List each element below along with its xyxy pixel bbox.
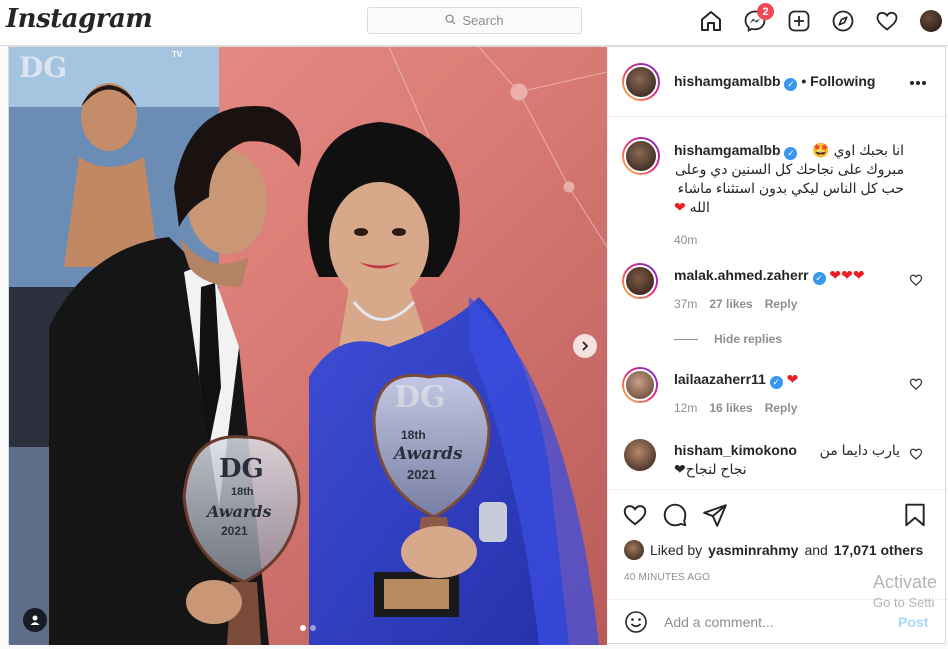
poster-dg-text: DG bbox=[19, 51, 67, 84]
award2-awards: Awards bbox=[392, 444, 463, 464]
tagged-people-button[interactable] bbox=[23, 608, 47, 632]
commenter-avatar[interactable] bbox=[622, 263, 658, 299]
award2-year: 2021 bbox=[407, 467, 436, 482]
post-photo[interactable]: DG TV 18th Awards 2021 DG 18th Awards 20… bbox=[9, 47, 607, 645]
award1-dg: DG bbox=[219, 454, 264, 484]
caption-username[interactable]: hishamgamalbb bbox=[674, 142, 781, 158]
verified-badge-icon: ✓ bbox=[784, 78, 798, 91]
carousel-dot bbox=[310, 625, 316, 631]
activate-line-1: Activate bbox=[873, 572, 938, 592]
award1-year: 2021 bbox=[221, 524, 248, 538]
liked-by-prefix: Liked by bbox=[650, 542, 703, 558]
comment-likes[interactable]: 16 likes bbox=[709, 401, 752, 415]
liked-by-avatar[interactable] bbox=[624, 540, 644, 560]
commenter-username[interactable]: hisham_kimokono bbox=[674, 441, 797, 460]
commenter-username[interactable]: lailaazaherr11 bbox=[674, 371, 766, 387]
comment-time[interactable]: 37m bbox=[674, 297, 697, 311]
verified-badge-icon: ✓ bbox=[812, 272, 826, 285]
caption-line-3: حب كل الناس ليكي بدون استثناء ماشاء bbox=[677, 180, 904, 196]
like-comment-heart-icon[interactable] bbox=[909, 447, 923, 461]
comment-likes[interactable]: 27 likes bbox=[709, 297, 752, 311]
post-timestamp[interactable]: 40 MINUTES AGO bbox=[624, 572, 710, 583]
caption-line-2: مبروك على نجاحك كل السنين دي وعلى bbox=[674, 161, 904, 177]
explore-compass-icon[interactable] bbox=[830, 8, 856, 34]
activity-heart-icon[interactable] bbox=[874, 8, 900, 34]
like-comment-heart-icon[interactable] bbox=[909, 273, 923, 287]
author-username[interactable]: hishamgamalbb bbox=[674, 73, 781, 89]
caption-author-avatar[interactable] bbox=[622, 137, 660, 175]
post-comment-button[interactable]: Post bbox=[898, 614, 928, 630]
like-comment-heart-icon[interactable] bbox=[909, 377, 923, 391]
following-status[interactable]: • Following bbox=[801, 73, 875, 89]
save-bookmark-icon[interactable] bbox=[902, 502, 928, 528]
comment-text: ❤ bbox=[786, 371, 799, 387]
like-heart-icon[interactable] bbox=[622, 502, 648, 528]
liked-by-user[interactable]: yasminrahmy bbox=[708, 542, 798, 558]
commenter-avatar[interactable] bbox=[624, 439, 656, 471]
comment-text-line-2: نجاح لنجاح❤ bbox=[674, 461, 747, 477]
reply-button[interactable]: Reply bbox=[765, 297, 798, 311]
search-box[interactable]: Search bbox=[367, 7, 582, 34]
messages-count-badge: 2 bbox=[757, 3, 774, 20]
activate-windows-overlay: Activate Go to Setti bbox=[873, 572, 937, 610]
carousel-dots bbox=[300, 625, 316, 631]
profile-avatar[interactable] bbox=[918, 8, 944, 34]
search-placeholder: Search bbox=[462, 13, 504, 28]
red-heart-icon: ❤ bbox=[674, 199, 686, 215]
instagram-logo[interactable]: Instagram bbox=[6, 4, 153, 34]
carousel-dot-active bbox=[300, 625, 306, 631]
liked-by-others[interactable]: 17,071 others bbox=[834, 542, 924, 558]
caption-line-4: الله bbox=[689, 199, 710, 215]
search-icon bbox=[445, 13, 456, 28]
comment-item: lailaazaherr11 ✓ ❤ 12m 16 likes Reply bbox=[608, 363, 948, 423]
new-post-icon[interactable] bbox=[786, 8, 812, 34]
comment-text-line-1: يارب دايما من bbox=[819, 442, 900, 458]
award2-18th: 18th bbox=[401, 428, 426, 442]
chevron-right-icon bbox=[582, 341, 589, 351]
emoji-icon[interactable] bbox=[624, 610, 648, 634]
carousel-next-button[interactable] bbox=[573, 334, 597, 358]
caption-time[interactable]: 40m bbox=[674, 231, 904, 250]
verified-badge-icon: ✓ bbox=[769, 376, 783, 389]
post-card: DG TV 18th Awards 2021 DG 18th Awards 20… bbox=[8, 46, 948, 645]
reply-button[interactable]: Reply bbox=[765, 401, 798, 415]
hide-replies-toggle[interactable]: Hide replies bbox=[674, 332, 782, 346]
award1-awards: Awards bbox=[205, 502, 272, 521]
comment-item: hisham_kimokono يارب دايما من نجاح لنجاح… bbox=[608, 435, 948, 485]
commenter-username[interactable]: malak.ahmed.zaherr bbox=[674, 267, 809, 283]
verified-badge-icon: ✓ bbox=[784, 147, 798, 160]
activate-line-2: Go to Setti bbox=[873, 595, 935, 610]
caption-line-1: انا بحبك اوي 🤩 bbox=[812, 142, 904, 158]
tv-badge: TV bbox=[172, 50, 183, 59]
more-options-icon[interactable] bbox=[908, 73, 928, 93]
liked-by-row: Liked by yasminrahmy and 17,071 others bbox=[624, 540, 923, 560]
user-tag-icon bbox=[30, 615, 40, 625]
liked-by-and: and bbox=[804, 542, 828, 558]
commenter-avatar[interactable] bbox=[622, 367, 658, 403]
hide-replies-label[interactable]: Hide replies bbox=[714, 332, 782, 346]
post-side-panel: hishamgamalbb ✓ • Following hishamgamalb… bbox=[607, 47, 948, 645]
comment-bubble-icon[interactable] bbox=[662, 502, 688, 528]
share-paper-plane-icon[interactable] bbox=[702, 502, 728, 528]
award1-18th: 18th bbox=[231, 486, 254, 498]
comment-item: malak.ahmed.zaherr ✓ ❤❤❤ 37m 27 likes Re… bbox=[608, 259, 948, 319]
author-avatar[interactable] bbox=[622, 63, 660, 101]
comment-time[interactable]: 12m bbox=[674, 401, 697, 415]
add-comment-input[interactable]: Add a comment... bbox=[664, 614, 774, 630]
home-icon[interactable] bbox=[698, 8, 724, 34]
post-header: hishamgamalbb ✓ • Following bbox=[608, 47, 948, 117]
comment-text: ❤❤❤ bbox=[829, 267, 865, 283]
top-navigation-bar: Instagram Search 2 bbox=[0, 0, 948, 46]
